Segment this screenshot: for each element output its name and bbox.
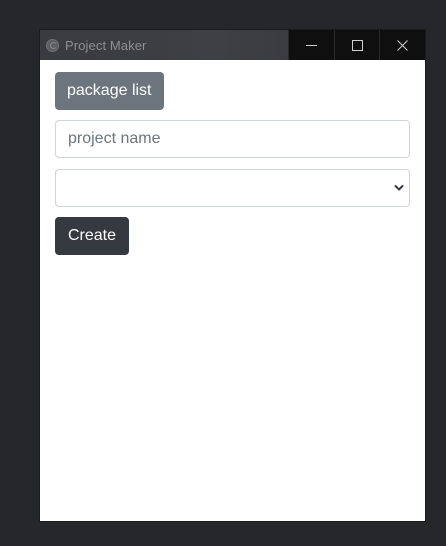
close-icon	[397, 39, 409, 51]
title-area[interactable]: Project Maker	[40, 30, 288, 60]
maximize-icon	[351, 39, 363, 51]
window-title: Project Maker	[65, 37, 147, 53]
package-select[interactable]	[55, 169, 410, 207]
close-button[interactable]	[379, 30, 425, 60]
package-list-button[interactable]: package list	[55, 72, 164, 110]
chevron-down-icon	[394, 185, 404, 191]
create-button[interactable]: Create	[55, 217, 130, 255]
form-container: package list Create	[55, 72, 410, 255]
app-window: Project Maker package list project name …	[40, 30, 425, 521]
app-icon	[46, 38, 59, 52]
window-controls	[288, 30, 425, 60]
title-bar[interactable]: Project Maker	[40, 30, 425, 60]
minimize-button[interactable]	[288, 30, 334, 60]
maximize-button[interactable]	[333, 30, 380, 60]
project-name-input[interactable]	[55, 120, 410, 158]
minimize-icon	[305, 44, 317, 46]
